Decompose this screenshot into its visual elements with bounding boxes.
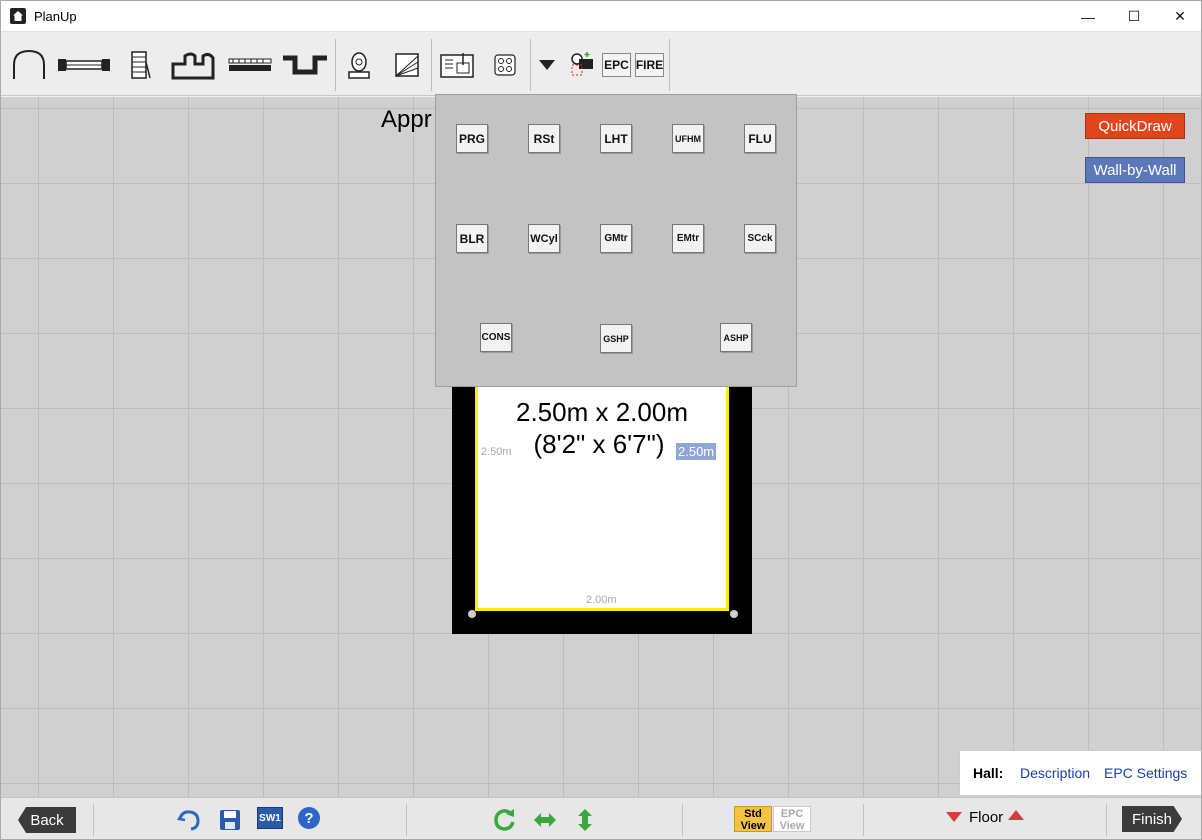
toolbar: EPC FIRE [1,33,1201,96]
maximize-button[interactable]: ☐ [1111,1,1157,32]
toolbar-separator [335,39,336,91]
gmtr-button[interactable]: GMtr [600,224,632,253]
recess-icon[interactable] [281,45,329,85]
rst-button[interactable]: RSt [528,124,560,153]
flip-vertical-icon[interactable] [571,806,599,834]
toolbar-separator [431,39,432,91]
shading-icon[interactable] [393,45,421,85]
app-house-icon [10,8,26,24]
toolbar-separator [669,39,670,91]
stairs-icon[interactable] [127,45,153,85]
epc-button[interactable]: EPC [602,53,631,77]
rotate-icon[interactable] [491,806,519,834]
flip-horizontal-icon[interactable] [531,806,559,834]
radiator-icon[interactable] [227,45,273,85]
room-info-panel: Hall: Description EPC Settings [959,750,1201,796]
scck-button[interactable]: SCck [744,224,776,253]
std-view-line1: Std [744,808,762,820]
back-button[interactable]: Back [18,807,76,833]
opening-icon[interactable] [171,45,217,85]
room-name-label: Hall: [973,765,1004,781]
sw1-button[interactable]: SW1 [257,807,283,829]
epc-view-line1: EPC [780,808,804,820]
wcyl-button[interactable]: WCyl [528,224,560,253]
bottom-bar: Back SW1 ? Std View EPC View Floor Finis… [1,797,1201,839]
flu-button[interactable]: FLU [744,124,776,153]
epc-settings-link[interactable]: EPC Settings [1104,765,1187,781]
door-arc-icon[interactable] [11,45,47,85]
quickdraw-button[interactable]: QuickDraw [1085,113,1185,139]
title-bar: PlanUp — ☐ ✕ [1,1,1201,32]
bottom-separator [863,804,864,836]
floor-up-icon[interactable] [1008,810,1024,820]
add-object-icon[interactable] [567,45,597,85]
window-title: PlanUp [34,9,77,24]
save-icon[interactable] [216,806,244,834]
bottom-separator [406,804,407,836]
prg-button[interactable]: PRG [456,124,488,153]
blr-button[interactable]: BLR [456,224,488,253]
cons-button[interactable]: CONS [480,323,512,352]
finish-button[interactable]: Finish [1122,806,1182,832]
dropdown-arrow-icon[interactable] [537,45,557,85]
ashp-button[interactable]: ASHP [720,323,752,352]
planup-window: PlanUp — ☐ ✕ EPC FIRE Appr 2.50m x 2.00m… [0,0,1202,840]
close-button[interactable]: ✕ [1157,1,1201,32]
std-view-line2: View [740,820,766,832]
insert-item-icon[interactable] [439,45,475,85]
boiler-icon[interactable] [345,45,373,85]
heating-items-panel: PRG RSt LHT UFHM FLU BLR WCyl GMtr EMtr … [435,94,797,387]
approx-area-text: Appr [381,106,432,133]
lht-button[interactable]: LHT [600,124,632,153]
bottom-separator [1106,804,1107,836]
floor-label: Floor [969,809,1004,826]
emtr-button[interactable]: EMtr [672,224,704,253]
gshp-button[interactable]: GSHP [600,324,632,353]
epc-view-toggle[interactable]: EPC View [773,806,811,832]
fire-button[interactable]: FIRE [635,53,664,77]
wall-by-wall-button[interactable]: Wall-by-Wall [1085,157,1185,183]
toolbar-separator [530,39,531,91]
minimize-button[interactable]: — [1065,1,1111,32]
help-button[interactable]: ? [298,807,320,829]
undo-icon[interactable] [175,806,203,834]
grid-items-icon[interactable] [491,45,519,85]
window-icon[interactable] [57,45,111,85]
epc-view-line2: View [779,820,805,832]
description-link[interactable]: Description [1020,765,1090,781]
bottom-separator [93,804,94,836]
ufhm-button[interactable]: UFHM [672,124,704,153]
floor-down-icon[interactable] [946,812,962,822]
bottom-separator [682,804,683,836]
std-view-toggle[interactable]: Std View [734,806,772,832]
